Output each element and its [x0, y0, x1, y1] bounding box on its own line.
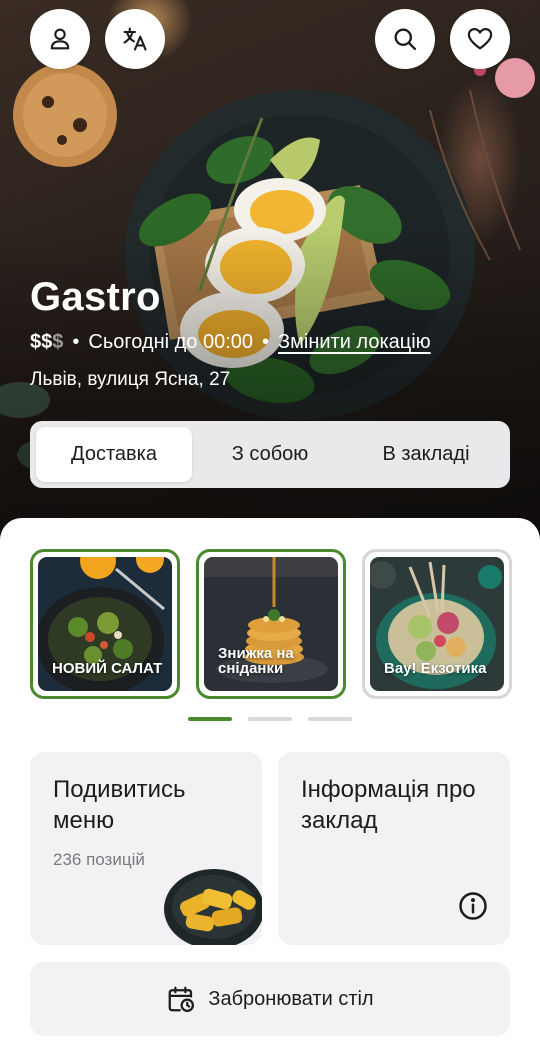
info-icon	[459, 892, 487, 920]
tab-delivery[interactable]: Доставка	[36, 427, 192, 482]
corn-dish-illustration	[164, 869, 262, 945]
view-menu-title: Подивитись меню	[53, 776, 186, 835]
venue-address: Львів, вулиця Ясна, 27	[30, 369, 231, 390]
price-level-inactive: $	[52, 331, 64, 353]
translate-icon	[123, 27, 147, 51]
hero-image: Gastro $$ $ • Сьогодні до 00:00 • Змінити…	[0, 0, 540, 560]
book-table-button[interactable]: Забронювати стіл	[30, 962, 510, 1036]
venue-info-title: Інформація про заклад	[301, 776, 476, 835]
search-button[interactable]	[375, 9, 435, 69]
book-table-label: Забронювати стіл	[208, 987, 374, 1010]
story-image: Вау! Екзотика	[370, 557, 504, 691]
stories-pager	[188, 717, 352, 721]
story-image: НОВИЙ САЛАТ	[38, 557, 172, 691]
favorite-button[interactable]	[450, 9, 510, 69]
calendar-clock-icon	[169, 986, 195, 1012]
search-icon	[394, 28, 417, 51]
pager-dot	[248, 717, 292, 721]
separator-dot: •	[262, 331, 270, 353]
story-label: НОВИЙ САЛАТ	[52, 660, 163, 678]
order-type-tabs: Доставка З собою В закладі	[30, 421, 510, 488]
change-location-link[interactable]: Змінити локацію	[278, 331, 431, 354]
heart-icon	[467, 27, 493, 50]
screen: Gastro $$ $ • Сьогодні до 00:00 • Змінити…	[0, 0, 540, 1060]
price-level: $$	[30, 331, 53, 353]
story-label: Вау! Екзотика	[384, 660, 487, 678]
tab-takeaway[interactable]: З собою	[192, 427, 348, 482]
separator-dot: •	[72, 331, 80, 353]
venue-meta: $$ $ • Сьогодні до 00:00 • Змінити локаці…	[30, 331, 431, 354]
venue-info-card[interactable]: Інформація про заклад	[278, 752, 510, 945]
view-menu-card[interactable]: Подивитись меню 236 позицій	[30, 752, 262, 945]
pager-dot	[308, 717, 352, 721]
content-sheet: НОВИЙ САЛАТ Знижка на сніданки Вау! Екзо…	[0, 518, 540, 1060]
tab-dine-in[interactable]: В закладі	[348, 427, 504, 482]
stories-carousel: НОВИЙ САЛАТ Знижка на сніданки Вау! Екзо…	[30, 549, 512, 699]
profile-button[interactable]	[30, 9, 90, 69]
story-breakfast-discount[interactable]: Знижка на сніданки	[196, 549, 346, 699]
venue-title: Gastro	[30, 275, 161, 319]
story-new-salad[interactable]: НОВИЙ САЛАТ	[30, 549, 180, 699]
story-exotic[interactable]: Вау! Екзотика	[362, 549, 512, 699]
language-button[interactable]	[105, 9, 165, 69]
menu-item-count: 236 позицій	[53, 850, 145, 869]
user-icon	[50, 28, 70, 50]
opening-hours: Сьогодні до 00:00	[88, 331, 254, 353]
story-label: Знижка на сніданки	[218, 644, 294, 678]
story-image: Знижка на сніданки	[204, 557, 338, 691]
pager-dot-active	[188, 717, 232, 721]
